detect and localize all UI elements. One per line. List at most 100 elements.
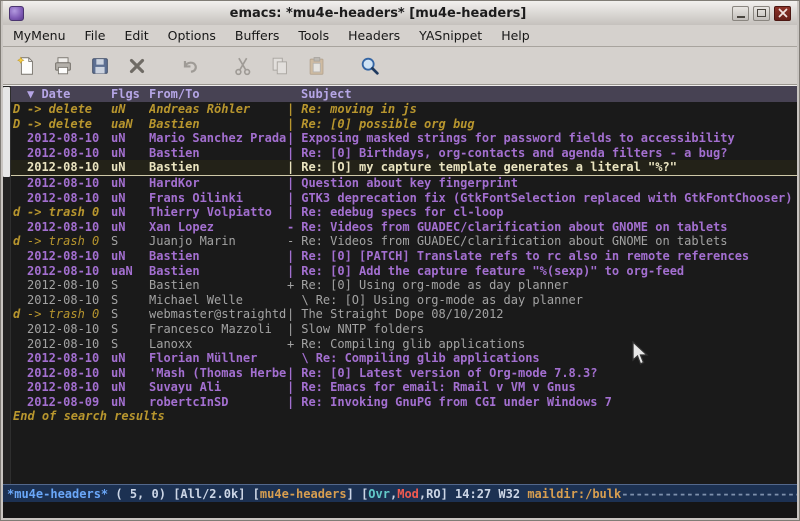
cell-mark xyxy=(13,322,27,337)
cell-subject: GTK3 deprecation fix (GtkFontSelection r… xyxy=(301,191,797,206)
cell-from: Andreas Röhler xyxy=(149,102,287,117)
menu-item-buffers[interactable]: Buffers xyxy=(235,28,279,43)
echo-area[interactable] xyxy=(3,502,797,518)
message-row[interactable]: d-> trash 0SJuanjo Marin-Re: Videos from… xyxy=(11,234,797,249)
cell-date: 2012-08-10 xyxy=(27,380,111,395)
cell-flags: S xyxy=(111,322,149,337)
mu4e-headers-buffer: ▼ Date Flgs From/To Subject D-> deleteuN… xyxy=(11,86,797,484)
cell-mark: d xyxy=(13,307,27,322)
message-row[interactable]: 2012-08-10SMichael Welle \Re: [O] Using … xyxy=(11,293,797,308)
message-row[interactable]: D-> deleteuaNBastien|Re: [0] possible or… xyxy=(11,117,797,132)
cell-sep: | xyxy=(287,205,294,220)
cell-mark xyxy=(13,160,27,175)
message-row[interactable]: d-> trash 0Swebmaster@straightd...|The S… xyxy=(11,307,797,322)
window-buttons xyxy=(732,6,791,21)
column-header-from[interactable]: From/To xyxy=(149,87,287,101)
message-row[interactable]: 2012-08-09uNrobertcInSD|Re: Invoking Gnu… xyxy=(11,395,797,410)
message-row[interactable]: 2012-08-10uNHardKor|Question about key f… xyxy=(11,176,797,191)
cell-flags: uN xyxy=(111,351,149,366)
cell-sep: | xyxy=(287,380,294,395)
cell-flags: uN xyxy=(111,205,149,220)
message-row[interactable]: 2012-08-10SBastien+Re: [0] Using org-mod… xyxy=(11,278,797,293)
cell-from: Bastien xyxy=(149,278,287,293)
cell-flags: uaN xyxy=(111,117,149,132)
cell-flags: uN xyxy=(111,220,149,235)
cell-mark xyxy=(13,366,27,381)
cell-subject: Re: [0] Latest version of Org-mode 7.8.3… xyxy=(301,366,797,381)
modeline-segment: RO xyxy=(426,487,440,501)
cell-sep: - xyxy=(287,234,294,249)
save-icon[interactable] xyxy=(85,51,115,81)
message-row[interactable]: 2012-08-10uNBastien|Re: [0] Birthdays, o… xyxy=(11,146,797,161)
cell-date: -> delete xyxy=(27,102,111,117)
menu-item-file[interactable]: File xyxy=(85,28,106,43)
cell-subject: Re: Invoking GnuPG from CGI under Window… xyxy=(301,395,797,410)
menu-item-yasnippet[interactable]: YASnippet xyxy=(419,28,482,43)
menu-item-mymenu[interactable]: MyMenu xyxy=(13,28,66,43)
cell-flags: S xyxy=(111,337,149,352)
cell-flags: uN xyxy=(111,131,149,146)
message-row[interactable]: 2012-08-10uNMario Sanchez Prada|Exposing… xyxy=(11,131,797,146)
cell-from: HardKor xyxy=(149,176,287,191)
message-row[interactable]: 2012-08-10uNBastien|Re: [O] my capture t… xyxy=(11,160,797,176)
cell-sep: | xyxy=(287,102,294,117)
message-row[interactable]: 2012-08-10uNFlorian Müllner \Re: Compili… xyxy=(11,351,797,366)
new-file-icon[interactable] xyxy=(11,51,41,81)
message-row[interactable]: 2012-08-10SLanoxx+Re: Compiling glib app… xyxy=(11,337,797,352)
menu-item-help[interactable]: Help xyxy=(501,28,530,43)
minimize-button[interactable] xyxy=(732,6,749,21)
message-row[interactable]: 2012-08-10uNSuvayu Ali|Re: Emacs for ema… xyxy=(11,380,797,395)
cell-sep: | xyxy=(287,249,294,264)
message-row[interactable]: 2012-08-10uNBastien|Re: [0] [PATCH] Tran… xyxy=(11,249,797,264)
cell-subject: Re: Compiling glib applications xyxy=(316,351,797,366)
cell-subject: Re: [0] Using org-mode as day planner xyxy=(301,278,797,293)
cell-from: Suvayu Ali xyxy=(149,380,287,395)
cell-date: 2012-08-10 xyxy=(27,278,111,293)
cell-mark: D xyxy=(13,102,27,117)
cell-date: 2012-08-10 xyxy=(27,191,111,206)
print-icon[interactable] xyxy=(48,51,78,81)
message-row[interactable]: 2012-08-10uN'Mash (Thomas Herbert)|Re: [… xyxy=(11,366,797,381)
menu-item-edit[interactable]: Edit xyxy=(124,28,148,43)
scrollbar[interactable] xyxy=(3,86,11,484)
cell-flags: uN xyxy=(111,176,149,191)
column-header-date[interactable]: ▼ Date xyxy=(27,87,111,101)
close-icon[interactable] xyxy=(122,51,152,81)
cell-flags: S xyxy=(111,278,149,293)
close-button[interactable] xyxy=(774,6,791,21)
menu-item-headers[interactable]: Headers xyxy=(348,28,400,43)
maximize-button[interactable] xyxy=(753,6,770,21)
search-icon[interactable] xyxy=(355,51,385,81)
menu-item-tools[interactable]: Tools xyxy=(298,28,329,43)
modeline-segment: [ xyxy=(361,487,368,501)
cell-sep: - xyxy=(287,220,294,235)
modeline-segment: ] xyxy=(441,487,455,501)
cell-date: 2012-08-09 xyxy=(27,395,111,410)
paste-icon xyxy=(302,51,332,81)
message-row[interactable]: 2012-08-10uaNBastien|Re: [0] Add the cap… xyxy=(11,264,797,279)
modeline-segment: , xyxy=(390,487,397,501)
menu-item-options[interactable]: Options xyxy=(168,28,216,43)
cell-sep: | xyxy=(287,131,294,146)
cell-from: Frans Oilinki xyxy=(149,191,287,206)
cell-flags: uaN xyxy=(111,264,149,279)
title-bar[interactable]: emacs: *mu4e-headers* [mu4e-headers] xyxy=(3,1,797,25)
column-header-subject[interactable]: Subject xyxy=(287,87,797,101)
column-header-flags[interactable]: Flgs xyxy=(111,87,149,101)
cell-from: Bastien xyxy=(149,117,287,132)
cell-subject: Slow NNTP folders xyxy=(301,322,797,337)
cell-mark: d xyxy=(13,234,27,249)
cell-subject: Exposing masked strings for password fie… xyxy=(301,131,797,146)
scrollbar-thumb[interactable] xyxy=(3,87,10,177)
cell-date: 2012-08-10 xyxy=(27,293,111,308)
message-row[interactable]: 2012-08-10uNFrans Oilinki|GTK3 deprecati… xyxy=(11,191,797,206)
cell-flags: uN xyxy=(111,146,149,161)
message-row[interactable]: d-> trash 0uNThierry Volpiatto|Re: edebu… xyxy=(11,205,797,220)
message-row[interactable]: 2012-08-10SFrancesco Mazzoli|Slow NNTP f… xyxy=(11,322,797,337)
message-row[interactable]: 2012-08-10uNXan Lopez-Re: Videos from GU… xyxy=(11,220,797,235)
cell-mark xyxy=(13,395,27,410)
message-row[interactable]: D-> deleteuNAndreas Röhler|Re: moving in… xyxy=(11,102,797,117)
emacs-window: emacs: *mu4e-headers* [mu4e-headers] MyM… xyxy=(0,0,800,521)
cell-from: Bastien xyxy=(149,160,287,175)
message-list: D-> deleteuNAndreas Röhler|Re: moving in… xyxy=(11,102,797,409)
